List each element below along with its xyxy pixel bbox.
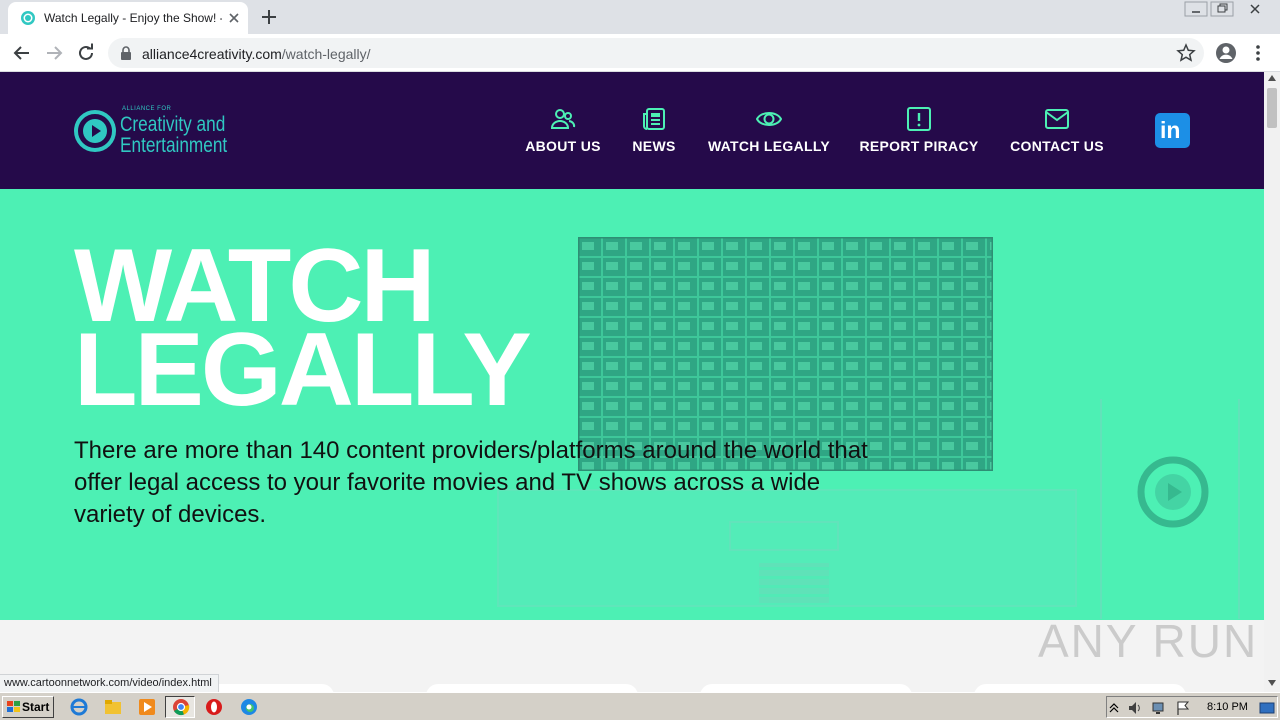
reload-icon[interactable] — [74, 41, 98, 65]
close-window-icon[interactable] — [1238, 1, 1272, 17]
nav-watch-legally[interactable]: WATCH LEGALLY — [702, 106, 836, 156]
url-host: alliance4creativity.com — [142, 46, 282, 62]
file-explorer-icon[interactable] — [104, 698, 122, 716]
nav-about-us[interactable]: ABOUT US — [518, 106, 608, 156]
hero-title-line2: LEGALLY — [74, 312, 532, 428]
nav-label: REPORT PIRACY — [859, 138, 979, 154]
menu-kebab-icon[interactable] — [1248, 41, 1268, 65]
provider-card[interactable] — [974, 684, 1186, 692]
provider-card[interactable] — [426, 684, 638, 692]
forward-icon[interactable] — [42, 41, 66, 65]
chrome-icon — [173, 699, 190, 716]
page-viewport: ALLIANCE FOR Creativity and Entertainmen… — [0, 72, 1264, 692]
new-tab-icon[interactable] — [259, 7, 279, 27]
page-scrollbar[interactable] — [1264, 72, 1280, 692]
scroll-thumb[interactable] — [1267, 88, 1277, 128]
hero-description: There are more than 140 content provider… — [74, 437, 868, 528]
taskbar-chrome-active[interactable] — [165, 696, 195, 718]
nav-contact-us[interactable]: CONTACT US — [1004, 106, 1110, 156]
mail-icon — [1045, 109, 1069, 129]
nav-label: WATCH LEGALLY — [707, 138, 831, 154]
logo-text-line2: Entertainment — [120, 134, 228, 157]
hero-play-icon — [1137, 456, 1209, 528]
nav-news[interactable]: NEWS — [624, 106, 684, 156]
watermark-text: ANY RUN — [1038, 615, 1259, 667]
opera-icon[interactable] — [205, 698, 223, 716]
account-icon[interactable] — [1214, 41, 1238, 65]
scroll-down-arrow-icon[interactable] — [1268, 680, 1276, 686]
nav-report-piracy[interactable]: REPORT PIRACY — [854, 106, 984, 156]
start-button[interactable]: Start — [2, 696, 54, 718]
tab-close-icon[interactable] — [226, 10, 242, 26]
anyrun-watermark: ANY RUN — [1038, 610, 1256, 670]
scroll-up-arrow-icon[interactable] — [1268, 75, 1276, 81]
back-icon[interactable] — [10, 41, 34, 65]
internet-explorer-icon[interactable] — [70, 698, 88, 716]
linkedin-icon: in — [1160, 117, 1181, 143]
eye-icon — [756, 112, 782, 126]
tab-title: Watch Legally - Enjoy the Show! - A — [44, 11, 222, 25]
provider-card[interactable] — [700, 684, 912, 692]
nav-label: NEWS — [632, 138, 676, 154]
nav-label: CONTACT US — [1010, 138, 1104, 154]
url-path: /watch-legally/ — [281, 46, 371, 62]
windows-flag-icon — [7, 701, 20, 712]
browser-toolbar: alliance4creativity.com/watch-legally/ — [0, 34, 1280, 72]
network-icon[interactable] — [1151, 700, 1167, 716]
users-icon — [550, 109, 576, 129]
cabinet-books — [759, 563, 829, 603]
edge-icon[interactable] — [240, 698, 258, 716]
nav-label: ABOUT US — [525, 138, 601, 154]
volume-icon[interactable] — [1127, 700, 1143, 716]
address-bar[interactable]: alliance4creativity.com/watch-legally/ — [108, 38, 1204, 68]
alert-icon — [907, 107, 931, 131]
hero-banner: WATCH LEGALLY There are more than 140 co… — [0, 189, 1264, 620]
logo-play-icon — [74, 110, 116, 152]
tab-active[interactable]: Watch Legally - Enjoy the Show! - A — [8, 2, 248, 34]
action-center-flag-icon[interactable] — [1175, 700, 1191, 716]
newspaper-icon — [643, 108, 665, 130]
url-text: alliance4creativity.com/watch-legally/ — [142, 46, 371, 62]
status-bar-url: www.cartoonnetwork.com/video/index.html — [0, 674, 219, 693]
lock-icon — [121, 46, 131, 60]
site-logo[interactable]: ALLIANCE FOR Creativity and Entertainmen… — [74, 104, 234, 158]
minimize-icon[interactable] — [1184, 1, 1208, 17]
site-favicon-icon — [21, 11, 35, 25]
start-label: Start — [22, 700, 50, 714]
site-header: ALLIANCE FOR Creativity and Entertainmen… — [0, 72, 1264, 189]
logo-tagline: ALLIANCE FOR — [122, 106, 172, 112]
windows-taskbar: Start 8:10 PM — [0, 692, 1280, 720]
tab-strip: Watch Legally - Enjoy the Show! - A — [0, 0, 1280, 34]
restore-icon[interactable] — [1210, 1, 1234, 17]
show-desktop-icon[interactable] — [1259, 700, 1275, 716]
bookmark-star-icon[interactable] — [1176, 43, 1196, 63]
media-player-icon[interactable] — [138, 698, 156, 716]
system-tray: 8:10 PM — [1106, 696, 1278, 718]
linkedin-button[interactable]: in — [1155, 113, 1190, 148]
clock: 8:10 PM — [1207, 701, 1248, 713]
tray-expand-icon[interactable] — [1109, 700, 1119, 716]
